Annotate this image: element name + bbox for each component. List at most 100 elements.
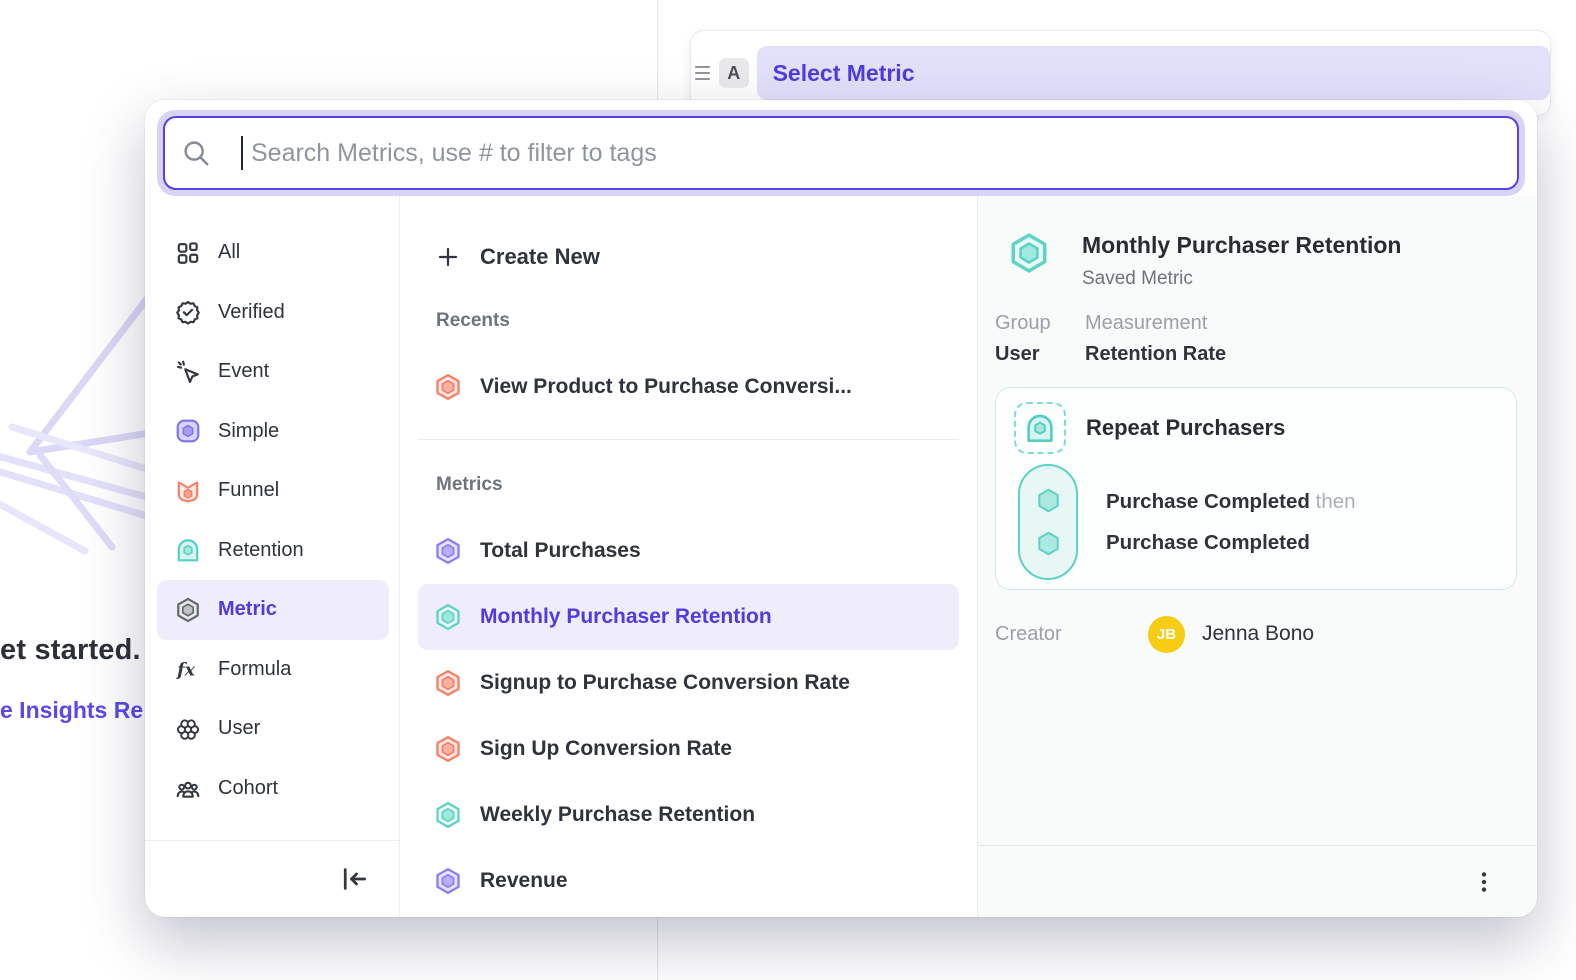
metric-item-label: Signup to Purchase Conversion Rate <box>480 671 850 695</box>
creator-row: Creator JB Jenna Bono <box>995 616 1517 653</box>
sidebar-item-label: Simple <box>218 420 279 443</box>
type-filter-sidebar: All Verified Event Simple Funnel <box>145 196 400 917</box>
group-label: Group <box>995 312 1085 335</box>
drag-handle-icon[interactable] <box>695 66 713 80</box>
metrics-heading: Metrics <box>418 474 959 498</box>
creator-label: Creator <box>995 623 1148 646</box>
sidebar-item-funnel[interactable]: Funnel <box>145 461 399 521</box>
create-new-button[interactable]: Create New <box>418 232 959 282</box>
screen: et started. e Insights Re A Select Metri… <box>0 0 1576 980</box>
sidebar-item-label: User <box>218 717 260 740</box>
search-focus-ring <box>157 110 1525 196</box>
select-metric-button[interactable]: Select Metric <box>757 46 1550 100</box>
recent-item-label: View Product to Purchase Conversi... <box>480 375 852 399</box>
metric-picker-modal: All Verified Event Simple Funnel <box>145 100 1537 917</box>
section-divider <box>418 439 959 440</box>
search-box <box>163 116 1519 190</box>
search-icon <box>181 138 211 168</box>
hexagon-orange-icon <box>434 669 462 697</box>
metric-item-sign-up-conversion-rate[interactable]: Sign Up Conversion Rate <box>418 716 959 782</box>
definition-step-2: Purchase Completed <box>1106 524 1356 561</box>
hexagon-orange-icon <box>434 735 462 763</box>
sidebar-item-retention[interactable]: Retention <box>145 521 399 581</box>
verified-badge-icon <box>175 299 201 325</box>
kebab-menu-icon[interactable] <box>1471 869 1497 895</box>
modal-body: All Verified Event Simple Funnel <box>145 196 1537 917</box>
sidebar-item-label: Funnel <box>218 479 279 502</box>
sidebar-item-user[interactable]: User <box>145 699 399 759</box>
avatar: JB <box>1148 616 1185 653</box>
metric-item-monthly-purchaser-retention[interactable]: Monthly Purchaser Retention <box>418 584 959 650</box>
sidebar-item-label: Cohort <box>218 777 278 800</box>
step-connector: then <box>1316 490 1356 513</box>
sidebar-item-label: Retention <box>218 539 304 562</box>
background-heading-fragment: et started. <box>0 634 141 667</box>
formula-icon <box>175 656 201 682</box>
detail-title: Monthly Purchaser Retention <box>1082 232 1401 260</box>
metric-item-signup-to-purchase-conversion-rate[interactable]: Signup to Purchase Conversion Rate <box>418 650 959 716</box>
plus-icon <box>436 245 460 269</box>
definition-title: Repeat Purchasers <box>1086 415 1285 441</box>
event-cursor-icon <box>175 359 201 385</box>
sidebar-item-all[interactable]: All <box>145 223 399 283</box>
detail-subtitle: Saved Metric <box>1082 268 1401 290</box>
detail-meta: Group User Measurement Retention Rate <box>995 312 1517 366</box>
sidebar-item-metric[interactable]: Metric <box>157 580 389 640</box>
step-hexagon-icon <box>1035 530 1062 557</box>
grid-icon <box>175 240 201 266</box>
search-input[interactable] <box>243 139 1517 168</box>
hexagon-teal-icon <box>434 603 462 631</box>
simple-metric-icon <box>175 418 201 444</box>
hexagon-teal-icon <box>1008 232 1050 274</box>
metric-detail-panel: Monthly Purchaser Retention Saved Metric… <box>978 196 1537 917</box>
detail-footer <box>978 845 1537 917</box>
sidebar-item-label: Formula <box>218 658 291 681</box>
recent-item[interactable]: View Product to Purchase Conversi... <box>418 356 959 418</box>
sidebar-item-simple[interactable]: Simple <box>145 402 399 462</box>
metric-item-total-purchases[interactable]: Total Purchases <box>418 518 959 584</box>
sidebar-item-label: Metric <box>218 598 277 621</box>
detail-header: Monthly Purchaser Retention Saved Metric <box>1008 232 1517 290</box>
sidebar-item-label: Verified <box>218 301 285 324</box>
series-badge[interactable]: A <box>719 58 749 88</box>
background-insights-link-fragment[interactable]: e Insights Re <box>0 697 143 724</box>
group-value: User <box>995 343 1085 366</box>
retention-steps-pill <box>1018 464 1078 580</box>
sidebar-footer <box>145 840 399 917</box>
hexagon-purple-icon <box>434 537 462 565</box>
definition-step-1: Purchase Completed then <box>1106 483 1356 520</box>
user-cluster-icon <box>175 716 201 742</box>
hexagon-orange-icon <box>434 373 462 401</box>
repeat-purchasers-icon <box>1014 402 1066 454</box>
measurement-value: Retention Rate <box>1085 343 1226 366</box>
sidebar-item-label: All <box>218 241 240 264</box>
measurement-label: Measurement <box>1085 312 1226 335</box>
sidebar-item-label: Event <box>218 360 269 383</box>
metric-item-label: Weekly Purchase Retention <box>480 803 755 827</box>
metric-hexagon-icon <box>175 597 201 623</box>
funnel-metric-icon <box>175 478 201 504</box>
metric-list-column: Create New Recents View Product to Purch… <box>400 196 978 917</box>
step-hexagon-icon <box>1035 487 1062 514</box>
recents-heading: Recents <box>418 310 959 334</box>
sidebar-item-verified[interactable]: Verified <box>145 283 399 343</box>
metric-item-label: Sign Up Conversion Rate <box>480 737 732 761</box>
chart-decoration-lines <box>0 255 150 555</box>
retention-metric-icon <box>175 537 201 563</box>
metric-item-label: Monthly Purchaser Retention <box>480 605 772 629</box>
hexagon-teal-icon <box>434 801 462 829</box>
create-new-label: Create New <box>480 244 600 270</box>
metric-item-label: Revenue <box>480 869 568 893</box>
metric-item-revenue[interactable]: Revenue <box>418 848 959 914</box>
metric-rows: Total Purchases Monthly Purchaser Retent… <box>418 518 959 914</box>
metric-item-label: Total Purchases <box>480 539 641 563</box>
definition-card: Repeat Purchasers Purchase Completed the… <box>995 387 1517 590</box>
creator-name: Jenna Bono <box>1202 622 1314 646</box>
cohort-people-icon <box>175 775 201 801</box>
metric-item-weekly-purchase-retention[interactable]: Weekly Purchase Retention <box>418 782 959 848</box>
hexagon-purple-icon <box>434 867 462 895</box>
sidebar-item-cohort[interactable]: Cohort <box>145 759 399 819</box>
collapse-panel-icon[interactable] <box>339 864 369 894</box>
sidebar-item-formula[interactable]: Formula <box>145 640 399 700</box>
sidebar-item-event[interactable]: Event <box>145 342 399 402</box>
